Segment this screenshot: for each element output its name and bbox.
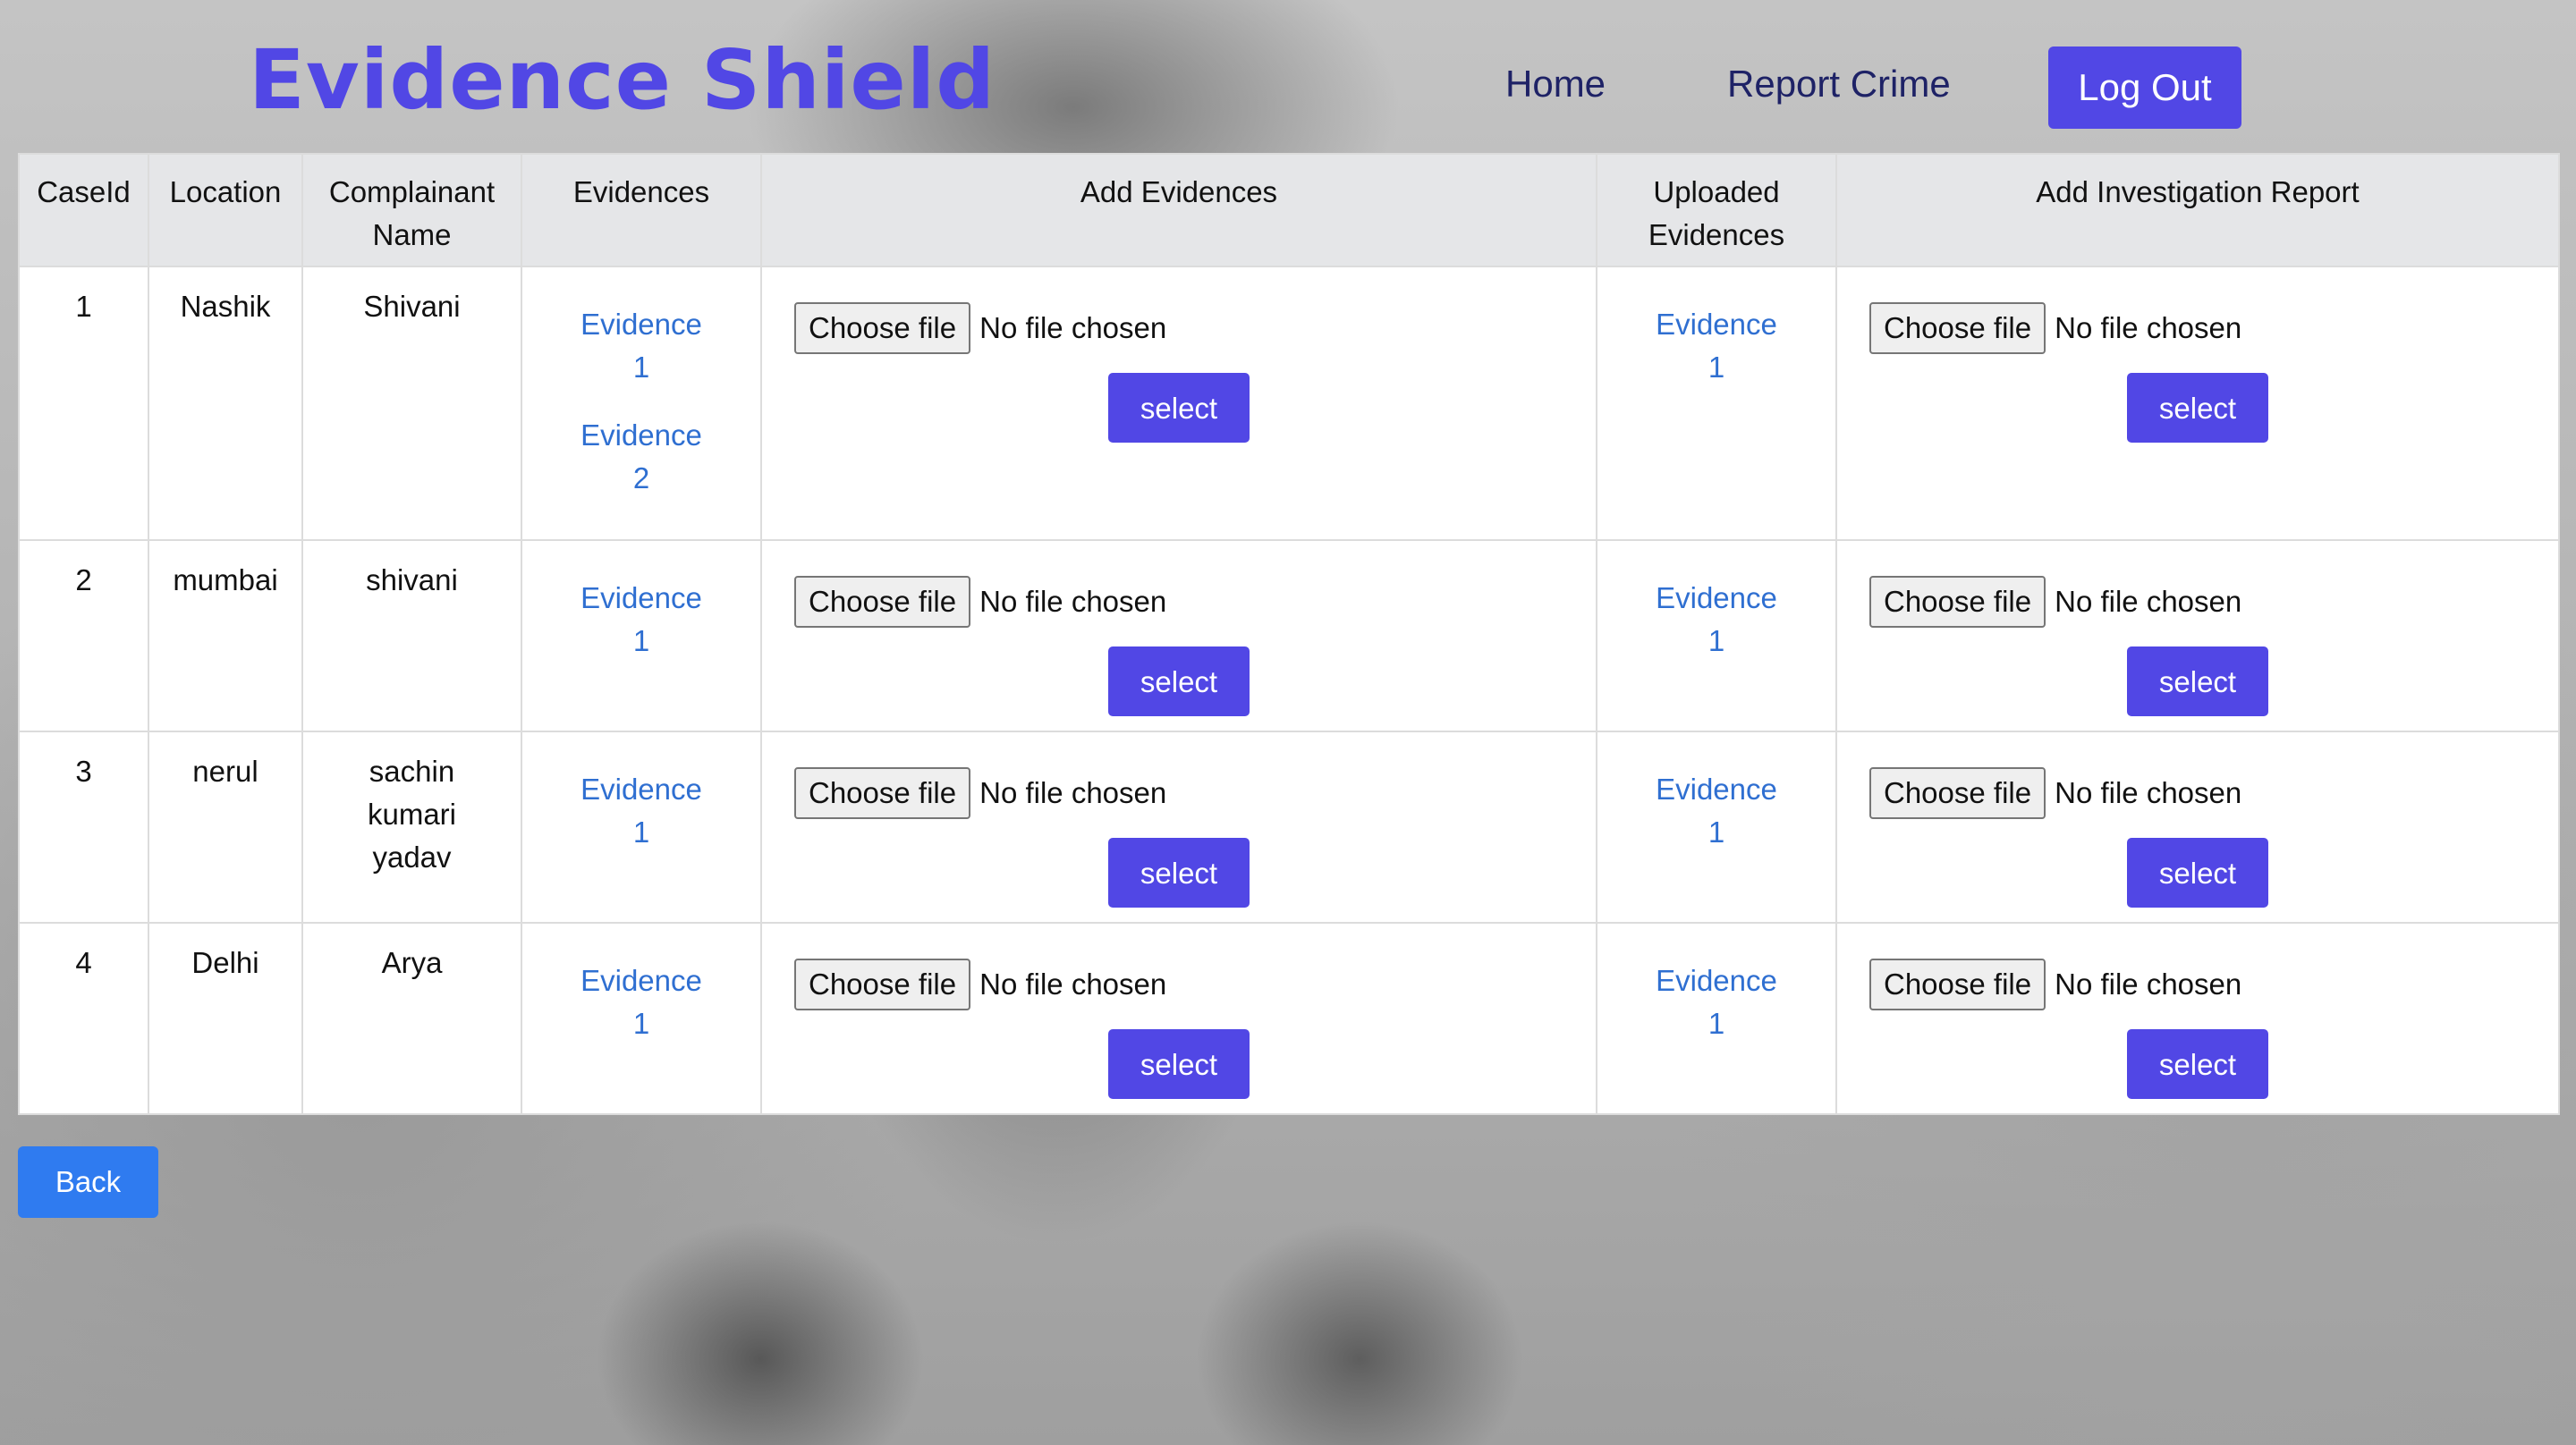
add-evidences-cell: Choose file No file chosen select <box>760 266 1597 541</box>
complainant-cell: Arya <box>301 922 522 1115</box>
location-cell: Nashik <box>148 266 303 541</box>
no-file-text: No file chosen <box>979 968 1167 1001</box>
cases-table: CaseId Location Complainant Name Evidenc… <box>18 153 2560 1115</box>
complainant-cell: sachin kumari yadav <box>301 731 522 924</box>
evidence-link[interactable]: Evidence 1 <box>574 303 708 389</box>
evidences-cell: Evidence 1 <box>521 922 762 1115</box>
choose-file-button[interactable]: Choose file <box>1869 767 2046 819</box>
add-evidences-cell: Choose file No file chosen select <box>760 539 1597 732</box>
uploaded-evidence-link[interactable]: Evidence 1 <box>1649 303 1784 389</box>
select-evidence-button[interactable]: select <box>1108 646 1250 716</box>
header-add-evidences: Add Evidences <box>760 153 1597 267</box>
report-file-input[interactable]: Choose file No file chosen <box>1843 301 2553 355</box>
no-file-text: No file chosen <box>2055 311 2242 344</box>
table-row: 4 Delhi Arya Evidence 1 Choose file No f… <box>18 922 2560 1115</box>
evidence-link[interactable]: Evidence 1 <box>574 577 708 663</box>
header-complainant-name: Complainant Name <box>301 153 522 267</box>
evidence-link[interactable]: Evidence 2 <box>574 414 708 500</box>
evidence-file-input[interactable]: Choose file No file chosen <box>767 766 1590 820</box>
table-row: 3 nerul sachin kumari yadav Evidence 1 C… <box>18 731 2560 924</box>
case-id-cell: 4 <box>18 922 149 1115</box>
logout-button[interactable]: Log Out <box>2048 46 2241 129</box>
choose-file-button[interactable]: Choose file <box>794 767 971 819</box>
add-report-cell: Choose file No file chosen select <box>1835 922 2560 1115</box>
header-location: Location <box>148 153 303 267</box>
uploaded-evidences-cell: Evidence 1 <box>1596 266 1837 541</box>
header: Evidence Shield Home Report Crime Log Ou… <box>0 0 2576 152</box>
location-cell: nerul <box>148 731 303 924</box>
case-id-cell: 3 <box>18 731 149 924</box>
select-evidence-button[interactable]: select <box>1108 838 1250 908</box>
add-evidences-cell: Choose file No file chosen select <box>760 731 1597 924</box>
select-evidence-button[interactable]: select <box>1108 373 1250 443</box>
uploaded-evidences-cell: Evidence 1 <box>1596 539 1837 732</box>
uploaded-evidences-cell: Evidence 1 <box>1596 731 1837 924</box>
add-evidences-cell: Choose file No file chosen select <box>760 922 1597 1115</box>
header-caseid: CaseId <box>18 153 149 267</box>
uploaded-evidence-link[interactable]: Evidence 1 <box>1649 768 1784 854</box>
evidence-link[interactable]: Evidence 1 <box>574 768 708 854</box>
choose-file-button[interactable]: Choose file <box>1869 959 2046 1010</box>
select-report-button[interactable]: select <box>2127 646 2268 716</box>
select-report-button[interactable]: select <box>2127 373 2268 443</box>
report-file-input[interactable]: Choose file No file chosen <box>1843 766 2553 820</box>
case-id-cell: 1 <box>18 266 149 541</box>
select-report-button[interactable]: select <box>2127 838 2268 908</box>
add-report-cell: Choose file No file chosen select <box>1835 731 2560 924</box>
choose-file-button[interactable]: Choose file <box>1869 302 2046 354</box>
choose-file-button[interactable]: Choose file <box>794 959 971 1010</box>
choose-file-button[interactable]: Choose file <box>794 302 971 354</box>
select-evidence-button[interactable]: select <box>1108 1029 1250 1099</box>
select-report-button[interactable]: select <box>2127 1029 2268 1099</box>
no-file-text: No file chosen <box>979 585 1167 618</box>
no-file-text: No file chosen <box>979 311 1167 344</box>
location-cell: Delhi <box>148 922 303 1115</box>
brand-title: Evidence Shield <box>249 32 996 128</box>
table-row: 2 mumbai shivani Evidence 1 Choose file … <box>18 539 2560 732</box>
report-file-input[interactable]: Choose file No file chosen <box>1843 575 2553 629</box>
nav-report-crime-link[interactable]: Report Crime <box>1727 63 1951 106</box>
no-file-text: No file chosen <box>2055 776 2242 809</box>
nav-home-link[interactable]: Home <box>1505 63 1606 106</box>
no-file-text: No file chosen <box>979 776 1167 809</box>
table-row: 1 Nashik Shivani Evidence 1 Evidence 2 C… <box>18 266 2560 541</box>
back-button[interactable]: Back <box>18 1146 158 1218</box>
choose-file-button[interactable]: Choose file <box>1869 576 2046 628</box>
no-file-text: No file chosen <box>2055 968 2242 1001</box>
header-add-investigation-report: Add Investigation Report <box>1835 153 2560 267</box>
evidence-file-input[interactable]: Choose file No file chosen <box>767 301 1590 355</box>
uploaded-evidences-cell: Evidence 1 <box>1596 922 1837 1115</box>
evidences-cell: Evidence 1 <box>521 731 762 924</box>
report-file-input[interactable]: Choose file No file chosen <box>1843 958 2553 1011</box>
uploaded-evidence-link[interactable]: Evidence 1 <box>1649 577 1784 663</box>
evidence-file-input[interactable]: Choose file No file chosen <box>767 958 1590 1011</box>
case-id-cell: 2 <box>18 539 149 732</box>
location-cell: mumbai <box>148 539 303 732</box>
choose-file-button[interactable]: Choose file <box>794 576 971 628</box>
evidences-cell: Evidence 1 Evidence 2 <box>521 266 762 541</box>
header-evidences: Evidences <box>521 153 762 267</box>
uploaded-evidence-link[interactable]: Evidence 1 <box>1649 959 1784 1045</box>
evidence-file-input[interactable]: Choose file No file chosen <box>767 575 1590 629</box>
complainant-cell: Shivani <box>301 266 522 541</box>
no-file-text: No file chosen <box>2055 585 2242 618</box>
cases-table-container: CaseId Location Complainant Name Evidenc… <box>18 153 2560 1115</box>
evidence-link[interactable]: Evidence 1 <box>574 959 708 1045</box>
evidences-cell: Evidence 1 <box>521 539 762 732</box>
add-report-cell: Choose file No file chosen select <box>1835 539 2560 732</box>
header-uploaded-evidences: Uploaded Evidences <box>1596 153 1837 267</box>
complainant-cell: shivani <box>301 539 522 732</box>
table-header-row: CaseId Location Complainant Name Evidenc… <box>18 153 2560 267</box>
add-report-cell: Choose file No file chosen select <box>1835 266 2560 541</box>
